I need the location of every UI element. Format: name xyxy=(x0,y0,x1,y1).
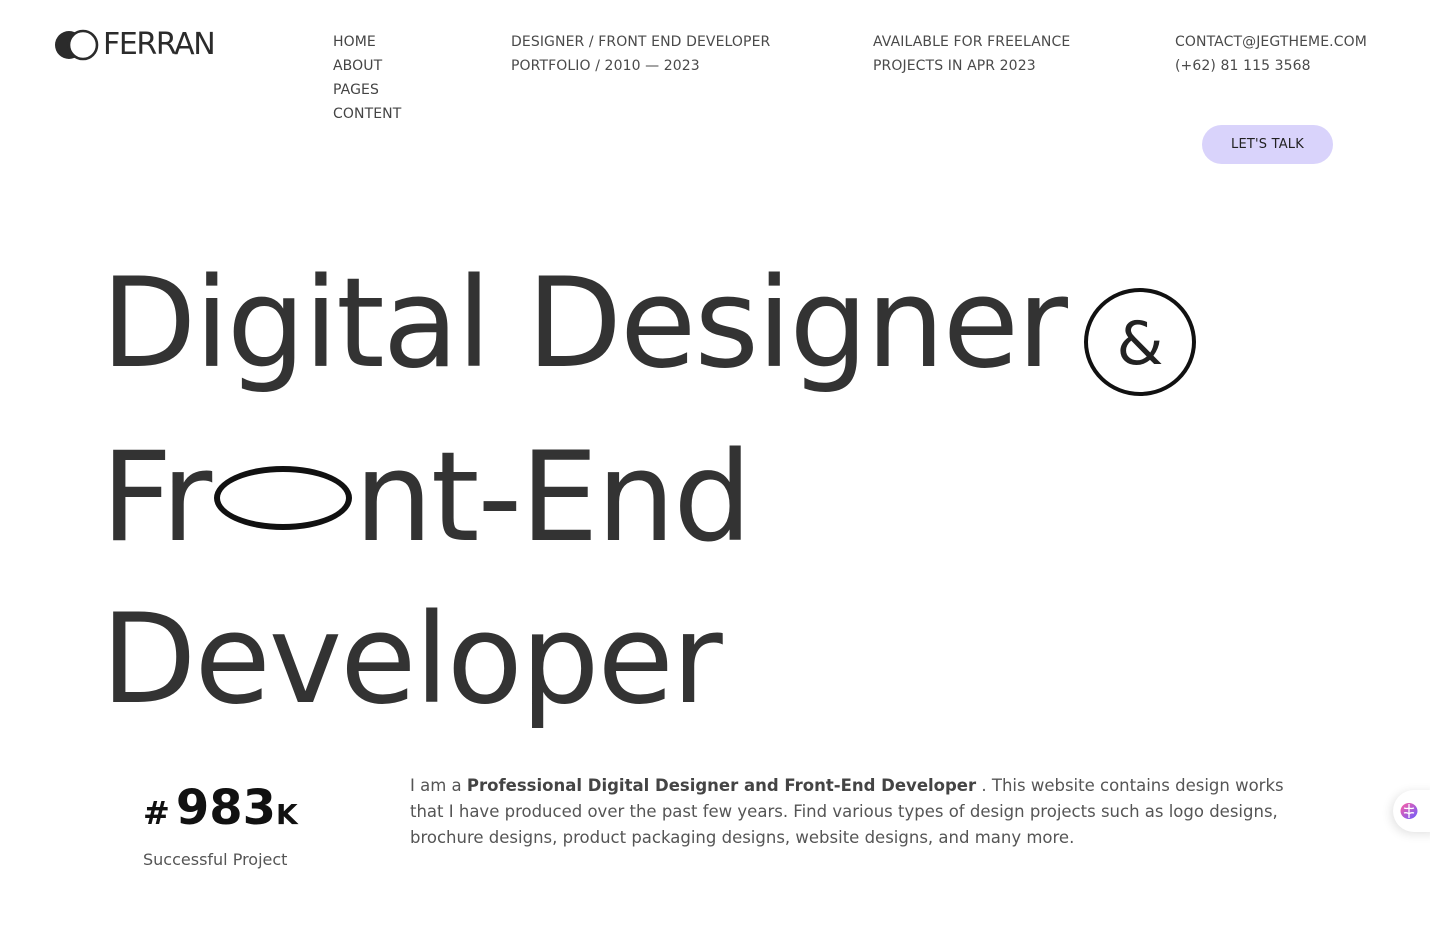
brand-name: FERRAN xyxy=(103,27,216,62)
about-intro: I am a xyxy=(410,776,467,795)
availability-info: AVAILABLE FOR FREELANCE PROJECTS IN APR … xyxy=(873,30,1070,78)
nav-item-content: CONTENT xyxy=(333,102,401,126)
floating-widget-button[interactable] xyxy=(1393,790,1430,832)
about-highlight: Professional Digital Designer and Front-… xyxy=(466,776,977,795)
contact-info: CONTACT@JEGTHEME.COM (+62) 81 115 3568 xyxy=(1175,30,1367,78)
portfolio-years: PORTFOLIO / 2010 — 2023 xyxy=(511,58,700,74)
project-counter: # 983 K xyxy=(143,780,298,836)
counter-label: Successful Project xyxy=(143,850,288,869)
role-line: DESIGNER / FRONT END DEVELOPER xyxy=(511,34,771,50)
availability-date: PROJECTS IN APR 2023 xyxy=(873,58,1036,74)
brand-logo[interactable]: FERRAN xyxy=(54,27,216,62)
about-paragraph: I am a Professional Digital Designer and… xyxy=(410,773,1310,851)
nav-item-about: ABOUT xyxy=(333,54,401,78)
counter-value: 983 xyxy=(175,780,277,836)
nav-link-home[interactable]: HOME xyxy=(333,34,376,50)
overlapping-circles-icon xyxy=(55,29,99,60)
page: FERRAN HOME ABOUT PAGES CONTENT DESIGNER… xyxy=(0,0,1430,943)
nav-item-pages: PAGES xyxy=(333,78,401,102)
hero-line-2: Fr nt-End xyxy=(101,436,752,560)
oval-letter-shape xyxy=(214,466,353,530)
nav-link-pages[interactable]: PAGES xyxy=(333,82,379,98)
contact-email-link[interactable]: CONTACT@JEGTHEME.COM xyxy=(1175,34,1367,50)
hero-line-3: Developer xyxy=(101,588,723,732)
brain-icon xyxy=(1400,803,1418,819)
nav-link-about[interactable]: ABOUT xyxy=(333,58,382,74)
hero-line-2-end: nt-End xyxy=(354,426,752,570)
availability-line: AVAILABLE FOR FREELANCE xyxy=(873,34,1071,50)
counter-prefix: # xyxy=(143,794,170,832)
contact-phone-link[interactable]: (+62) 81 115 3568 xyxy=(1175,58,1311,74)
role-info: DESIGNER / FRONT END DEVELOPER PORTFOLIO… xyxy=(511,30,770,78)
counter-suffix: K xyxy=(276,798,298,831)
lets-talk-button[interactable]: LET'S TALK xyxy=(1202,125,1333,164)
hero-line-2-start: Fr xyxy=(101,426,212,570)
nav-item-home: HOME xyxy=(333,30,401,54)
hero-line-1: Digital Designer xyxy=(101,252,1068,396)
main-nav: HOME ABOUT PAGES CONTENT xyxy=(333,30,401,126)
nav-link-content[interactable]: CONTENT xyxy=(333,106,401,122)
ampersand-badge: & xyxy=(1084,288,1196,396)
